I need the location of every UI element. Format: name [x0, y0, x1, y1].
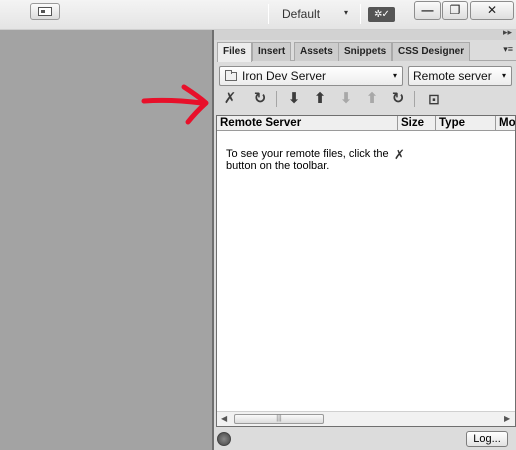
expand-panel-icon[interactable]: ⊡ — [424, 89, 444, 109]
column-header-remote-server[interactable]: Remote Server — [217, 116, 398, 131]
application-bar: Default ▾ ✲✓ — ❐ ✕ — [0, 0, 516, 30]
restore-icon: ❐ — [449, 3, 461, 17]
minimize-icon: — — [421, 3, 434, 17]
column-header-modified[interactable]: Mo — [496, 116, 515, 131]
panel-menu-icon[interactable]: ▾≡ — [503, 44, 513, 55]
connect-icon: ✗ — [394, 147, 405, 162]
chevron-down-icon: ▾ — [501, 71, 506, 80]
site-select[interactable]: Iron Dev Server ▾ — [219, 66, 403, 86]
chevron-down-icon: ▾ — [392, 71, 397, 80]
tab-insert[interactable]: Insert — [252, 42, 292, 61]
synchronize-icon[interactable]: ↻ — [388, 89, 408, 109]
workspace-switcher-label[interactable]: Default — [282, 7, 320, 21]
tab-css-designer[interactable]: CSS Designer — [392, 42, 471, 61]
view-select-value: Remote server — [413, 69, 492, 83]
get-files-icon[interactable]: ⬇ — [284, 89, 304, 109]
toolbar-divider — [414, 91, 415, 107]
connect-icon[interactable]: ✗ — [220, 89, 240, 109]
log-button[interactable]: Log... — [466, 431, 508, 447]
remote-file-list[interactable]: Remote Server Size Type Mo To see your r… — [216, 115, 516, 427]
restore-button[interactable]: ❐ — [442, 1, 468, 20]
column-header-type[interactable]: Type — [436, 116, 496, 131]
close-button[interactable]: ✕ — [470, 1, 514, 20]
close-icon: ✕ — [486, 3, 498, 17]
folder-icon — [225, 70, 237, 81]
horizontal-scrollbar[interactable]: ◀ ||| ▶ — [217, 411, 515, 426]
tab-assets[interactable]: Assets — [294, 42, 339, 61]
site-icon — [38, 7, 52, 16]
panel-tab-bar: Files Insert Assets Snippets CSS Designe… — [217, 41, 516, 62]
scroll-left-icon[interactable]: ◀ — [221, 414, 227, 423]
tab-snippets[interactable]: Snippets — [338, 42, 393, 61]
annotation-arrow — [141, 84, 209, 125]
scroll-right-icon[interactable]: ▶ — [504, 414, 510, 423]
tab-files[interactable]: Files — [217, 42, 252, 62]
site-select-value: Iron Dev Server — [242, 69, 327, 83]
toolbar-divider — [276, 91, 277, 107]
empty-state-message: To see your remote files, click the butt… — [226, 148, 389, 172]
globe-icon — [217, 432, 231, 446]
minimize-button[interactable]: — — [414, 1, 441, 20]
toolbar-divider — [268, 4, 269, 24]
chevron-down-icon[interactable]: ▾ — [344, 8, 348, 17]
put-files-icon[interactable]: ⬆ — [310, 89, 330, 109]
expand-panels-icon[interactable]: ▸▸ — [503, 27, 512, 38]
panel-title-strip[interactable]: ▸▸ — [214, 27, 516, 40]
column-header-size[interactable]: Size — [398, 116, 436, 131]
files-panel: ▸▸ Files Insert Assets Snippets CSS Desi… — [212, 27, 516, 450]
panel-status-bar: Log... — [214, 428, 516, 450]
check-in-icon: ⬆ — [365, 90, 379, 107]
gear-check-icon: ✲✓ — [374, 9, 390, 20]
toolbar-divider — [360, 4, 361, 24]
files-toolbar: ✗ ↻ ⬇ ⬆ ⬇ ⬆ ↻ ⊡ — [218, 89, 514, 111]
sync-settings-button[interactable]: ✲✓ — [368, 7, 395, 22]
refresh-icon[interactable]: ↻ — [250, 89, 270, 109]
check-out-icon: ⬇ — [339, 90, 353, 107]
scrollbar-thumb[interactable]: ||| — [234, 414, 324, 424]
view-select[interactable]: Remote server ▾ — [408, 66, 512, 86]
site-manager-button[interactable] — [30, 3, 60, 20]
